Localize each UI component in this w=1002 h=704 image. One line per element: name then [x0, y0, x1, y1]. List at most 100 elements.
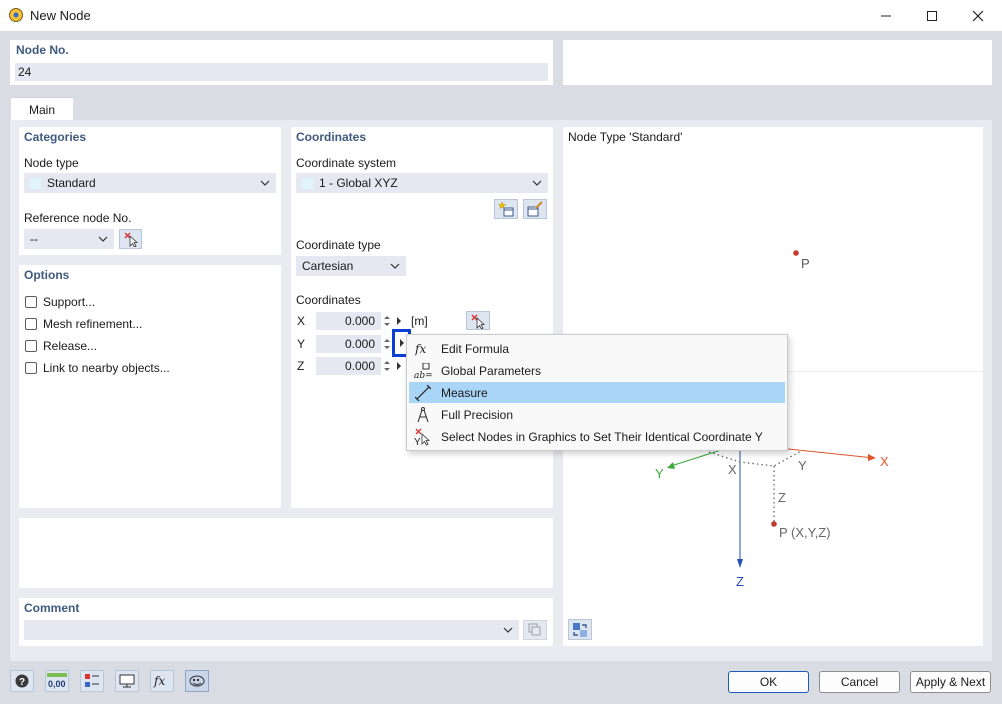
- pick-reference-node-button[interactable]: [119, 229, 142, 249]
- menu-item-select-nodes[interactable]: Y Select Nodes in Graphics to Set Their …: [409, 426, 785, 447]
- projection-y-label: Y: [798, 458, 807, 473]
- chevron-down-icon: [260, 180, 270, 186]
- point-p-label: P: [801, 256, 810, 271]
- triangle-right-icon: [397, 317, 401, 325]
- triangle-right-icon: [397, 362, 401, 370]
- mesh-refinement-label: Mesh refinement...: [43, 317, 143, 331]
- coordinate-x-spinner[interactable]: [383, 312, 391, 330]
- menu-item-label: Edit Formula: [441, 342, 510, 356]
- cancel-button[interactable]: Cancel: [819, 671, 900, 693]
- svg-text:Y: Y: [414, 437, 421, 446]
- pick-coordinates-button[interactable]: [466, 311, 490, 330]
- fx-icon: fx: [153, 674, 165, 688]
- link-nearby-option[interactable]: Link to nearby objects...: [25, 361, 170, 375]
- mesh-refinement-checkbox[interactable]: [25, 318, 37, 330]
- script-button[interactable]: [185, 670, 209, 692]
- coordinate-z-input[interactable]: 0.000: [316, 357, 381, 375]
- coordinate-type-label: Coordinate type: [296, 238, 381, 252]
- edit-coordinate-system-button[interactable]: [523, 199, 547, 219]
- window-title: New Node: [30, 8, 91, 23]
- new-coordinate-system-button[interactable]: [494, 199, 518, 219]
- coordinate-z-menu-button[interactable]: [394, 357, 404, 375]
- node-type-label: Node type: [24, 156, 79, 170]
- coordinate-type-select[interactable]: Cartesian: [296, 256, 406, 276]
- mesh-refinement-option[interactable]: Mesh refinement...: [25, 317, 142, 331]
- categories-title: Categories: [24, 130, 87, 144]
- spinner-arrows-icon: [384, 316, 390, 326]
- global-parameters-icon: ab=: [411, 360, 435, 381]
- menu-item-full-precision[interactable]: Full Precision: [409, 404, 785, 425]
- projection-lines: [708, 450, 802, 467]
- support-option[interactable]: Support...: [25, 295, 95, 309]
- comment-input[interactable]: [24, 620, 519, 640]
- coordinate-system-select[interactable]: 1 - Global XYZ: [296, 173, 548, 193]
- tab-main[interactable]: Main: [11, 97, 73, 121]
- menu-item-global-parameters[interactable]: ab= Global Parameters: [409, 360, 785, 381]
- color-swatch: [302, 177, 313, 189]
- close-button[interactable]: [955, 0, 1001, 31]
- view-button[interactable]: [115, 670, 139, 692]
- help-button[interactable]: ?: [10, 670, 34, 692]
- formula-button[interactable]: fx: [150, 670, 174, 692]
- tab-main-label: Main: [28, 102, 55, 117]
- measure-icon: [411, 382, 435, 403]
- node-no-input[interactable]: 24: [15, 63, 548, 81]
- x-axis-label: X: [880, 454, 889, 469]
- pick-node-cursor-icon: [471, 314, 486, 329]
- units-icon-text: 0,00: [48, 679, 66, 689]
- spinner-arrows-icon: [384, 361, 390, 371]
- coordinate-system-label: Coordinate system: [296, 156, 397, 170]
- release-option[interactable]: Release...: [25, 339, 97, 353]
- menu-item-measure[interactable]: Measure: [409, 382, 785, 403]
- coordinates-title: Coordinates: [296, 130, 367, 144]
- z-axis-label: Z: [736, 574, 744, 589]
- info-panel: [19, 518, 553, 588]
- menu-item-label: Select Nodes in Graphics to Set Their Id…: [441, 430, 763, 444]
- apply-next-button[interactable]: Apply & Next: [910, 671, 991, 693]
- ok-button[interactable]: OK: [728, 671, 809, 693]
- maximize-icon: [927, 10, 937, 21]
- coordinate-type-value: Cartesian: [302, 259, 354, 273]
- header-right-panel: [563, 40, 992, 85]
- coordinate-y-spinner[interactable]: [383, 335, 391, 353]
- coordinate-z-spinner[interactable]: [383, 357, 391, 375]
- support-checkbox[interactable]: [25, 296, 37, 308]
- pick-node-cursor-icon: [124, 232, 138, 247]
- svg-text:?: ?: [19, 677, 25, 688]
- edit-coordinate-system-icon: [527, 201, 543, 217]
- comment-label: Comment: [24, 601, 80, 615]
- compass-icon: [411, 404, 435, 425]
- coordinate-y-input[interactable]: 0.000: [316, 335, 381, 353]
- color-swatch: [30, 177, 41, 189]
- close-icon: [972, 10, 984, 21]
- coordinate-y-label: Y: [297, 337, 306, 351]
- coordinate-x-menu-button[interactable]: [394, 312, 404, 330]
- units-button[interactable]: 0,00: [45, 670, 69, 692]
- chevron-down-icon: [503, 627, 513, 633]
- menu-item-label: Full Precision: [441, 408, 514, 422]
- svg-text:fx: fx: [153, 674, 165, 688]
- y-axis-label: Y: [655, 466, 664, 481]
- options-panel: Options Support... Mesh refinement... Re…: [19, 265, 281, 508]
- svg-text:fx: fx: [415, 342, 426, 356]
- categories-panel: Categories Node type Standard Reference …: [19, 127, 281, 255]
- maximize-button[interactable]: [909, 0, 955, 31]
- reference-node-select[interactable]: --: [24, 229, 114, 249]
- display-properties-button[interactable]: [80, 670, 104, 692]
- new-coordinate-system-icon: [498, 201, 514, 217]
- coordinate-x-input[interactable]: 0.000: [316, 312, 381, 330]
- release-checkbox[interactable]: [25, 340, 37, 352]
- preview-switch-button[interactable]: [568, 619, 592, 640]
- node-type-select[interactable]: Standard: [24, 173, 276, 193]
- chevron-down-icon: [532, 180, 542, 186]
- reference-node-label: Reference node No.: [24, 211, 132, 225]
- script-icon: [189, 675, 205, 687]
- menu-item-edit-formula[interactable]: fx Edit Formula: [409, 338, 785, 359]
- node-no-label: Node No.: [16, 43, 69, 57]
- comment-panel: Comment: [19, 598, 553, 646]
- copy-icon: [528, 623, 541, 636]
- link-nearby-checkbox[interactable]: [25, 362, 37, 374]
- unit-label: [m]: [411, 314, 428, 328]
- minimize-button[interactable]: [863, 0, 909, 31]
- comment-library-button[interactable]: [523, 620, 547, 640]
